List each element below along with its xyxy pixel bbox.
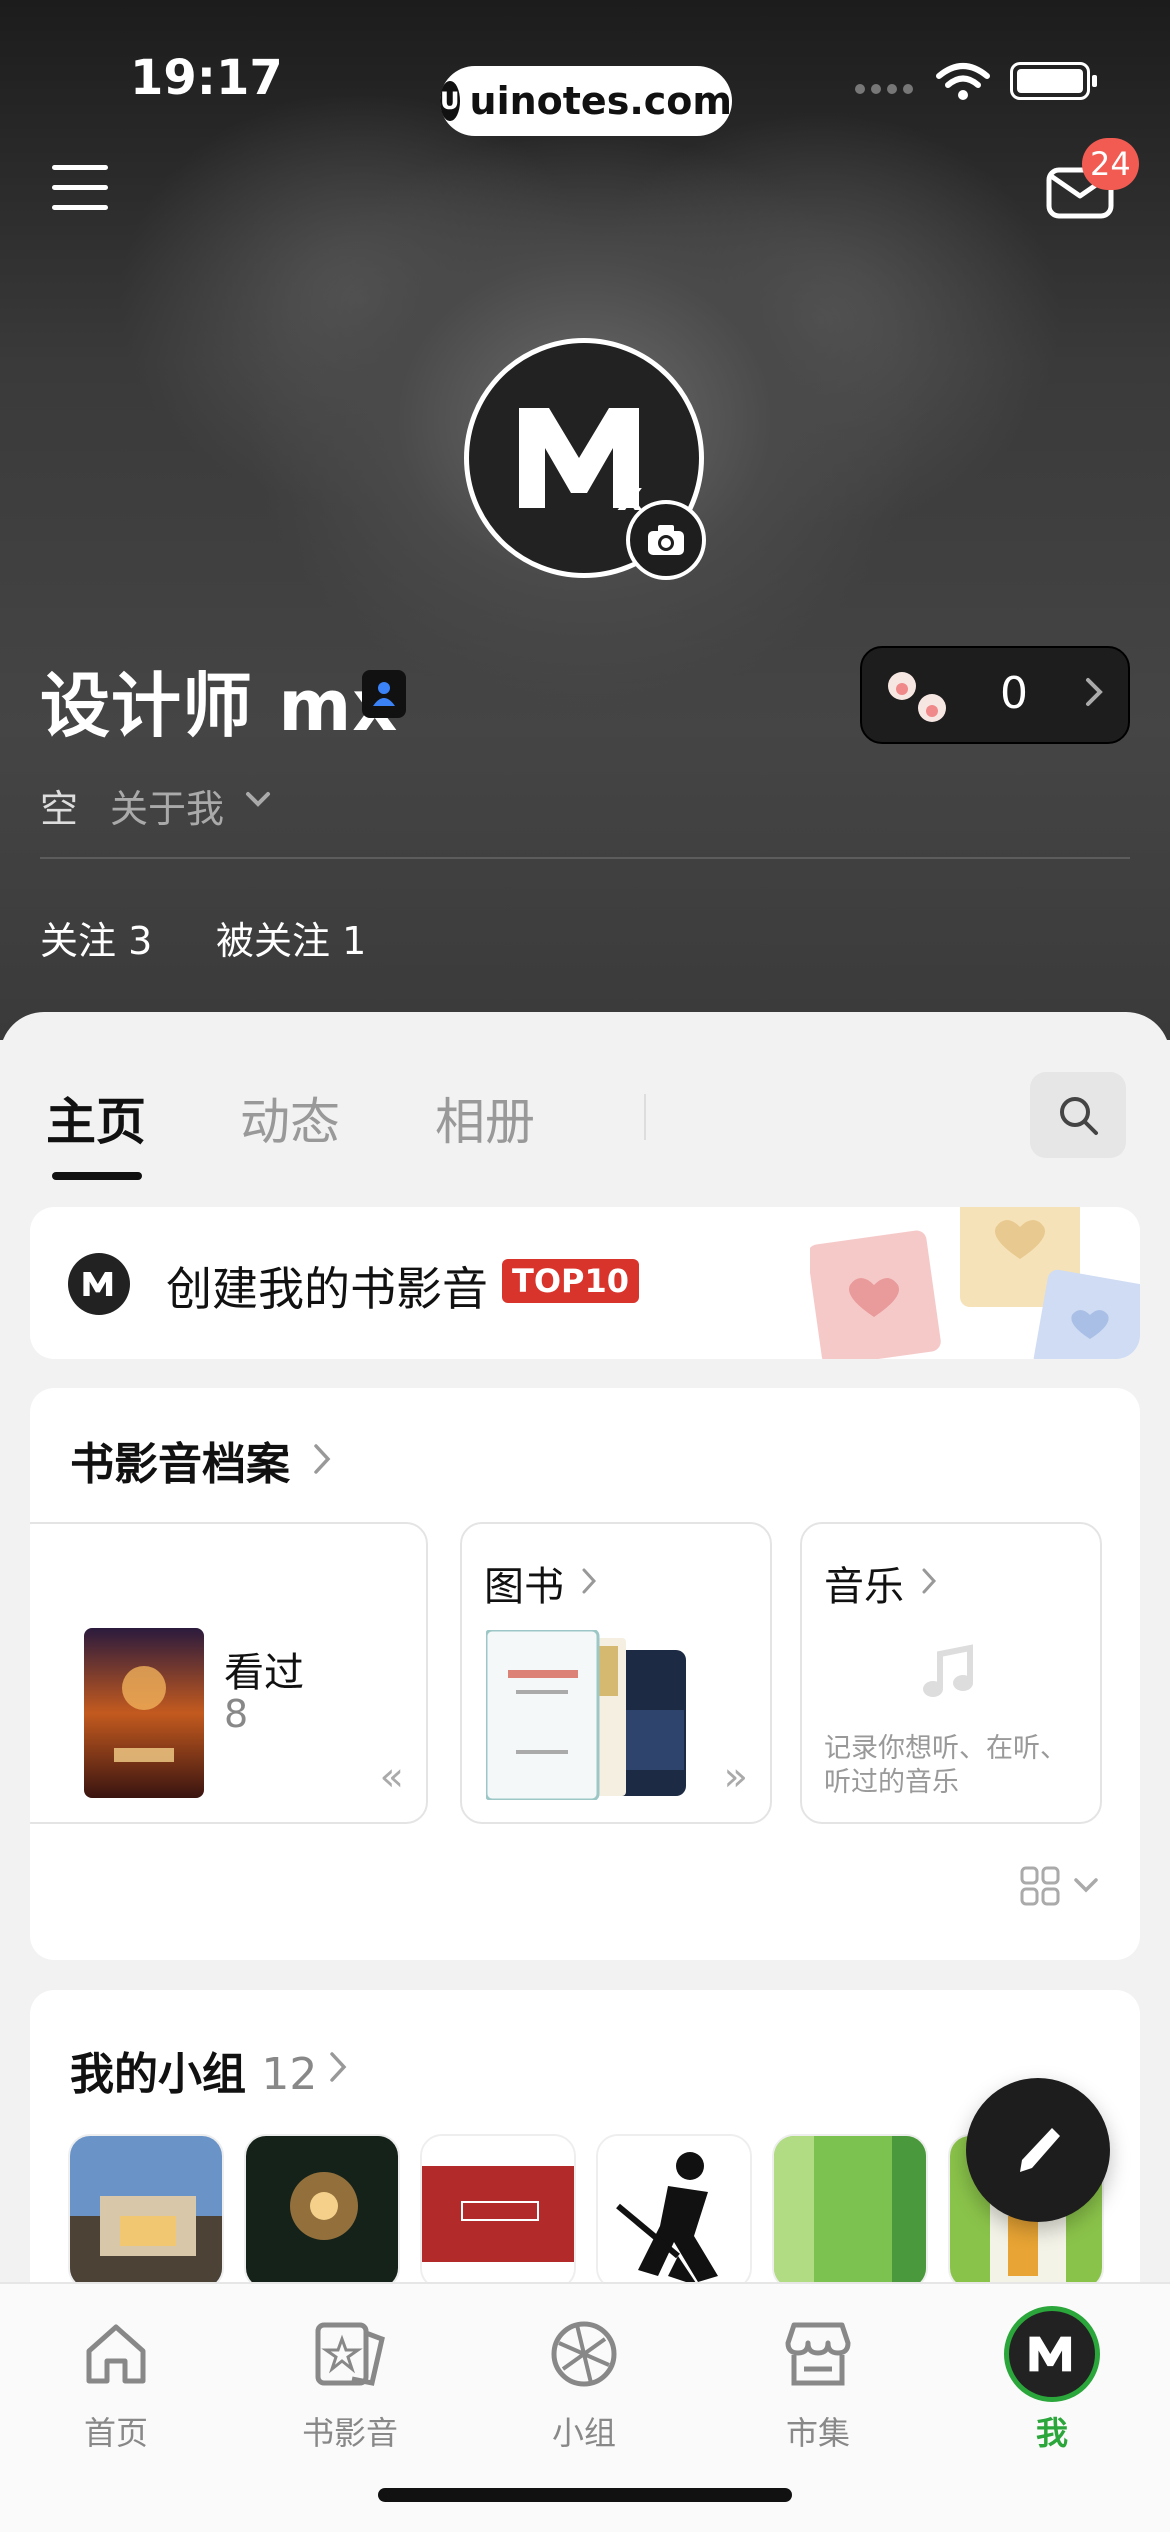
book-movie-music-icon xyxy=(315,2322,385,2386)
nav-market-label: 市集 xyxy=(785,2414,850,2452)
nav-media[interactable]: 书影音 xyxy=(260,2304,440,2454)
nav-media-label: 书影音 xyxy=(301,2414,398,2452)
movie-archive-label: 看过 xyxy=(224,1650,304,1696)
media-archive-card: 书影音档案 看过 8 « 图书 » 音乐 记录你想听、在听、听过的音乐 xyxy=(30,1388,1140,1960)
create-top10-card[interactable]: 创建我的书影音 TOP10 xyxy=(30,1207,1140,1359)
divider xyxy=(40,857,1130,859)
nav-groups-label: 小组 xyxy=(551,2414,616,2452)
pen-icon xyxy=(1020,2128,1060,2172)
mx-logo-icon xyxy=(68,1253,130,1315)
movie-archive-count: 8 xyxy=(224,1692,249,1736)
top10-badge: TOP10 xyxy=(502,1259,640,1303)
verified-user-icon xyxy=(362,670,406,718)
search-button[interactable] xyxy=(1030,1072,1126,1158)
group-thumbnail[interactable] xyxy=(244,2134,400,2290)
compose-button[interactable] xyxy=(966,2078,1110,2222)
bio-text: 空 xyxy=(40,787,79,831)
search-icon xyxy=(1060,1097,1098,1135)
archive-title[interactable]: 书影音档案 xyxy=(70,1428,290,1492)
coin-count: 0 xyxy=(1000,668,1028,719)
signal-icon xyxy=(855,84,913,94)
nav-home[interactable]: 首页 xyxy=(26,2304,206,2454)
coin-button[interactable]: 0 xyxy=(860,646,1130,744)
group-thumbnail[interactable] xyxy=(420,2134,576,2290)
paw-icon xyxy=(888,672,946,722)
tab-home[interactable]: 主页 xyxy=(46,1082,146,1154)
group-thumbnail[interactable] xyxy=(68,2134,224,2290)
chevron-right-icon xyxy=(1086,678,1103,706)
about-me-link[interactable]: 关于我 xyxy=(110,778,224,833)
username: 设计师 mx xyxy=(40,665,399,747)
music-archive-label: 音乐 xyxy=(824,1564,904,1610)
group-thumbnail[interactable] xyxy=(772,2134,928,2290)
groups-title[interactable]: 我的小组 12 xyxy=(70,2038,317,2102)
nav-home-label: 首页 xyxy=(83,2414,148,2452)
create-top10-text: 创建我的书影音 xyxy=(166,1262,488,1316)
heart-cards-icon xyxy=(810,1207,1140,1359)
wifi-icon xyxy=(936,63,990,100)
book-archive-card[interactable]: 图书 » xyxy=(460,1522,772,1824)
movie-poster xyxy=(84,1628,204,1798)
mx-logo-icon: x xyxy=(519,408,643,518)
nav-market[interactable]: 市集 xyxy=(728,2304,908,2454)
movie-archive-card[interactable]: 看过 8 « xyxy=(30,1522,428,1824)
me-avatar-icon xyxy=(1004,2306,1100,2402)
book-archive-label: 图书 xyxy=(484,1564,564,1610)
home-indicator xyxy=(378,2488,792,2502)
music-archive-card[interactable]: 音乐 记录你想听、在听、听过的音乐 xyxy=(800,1522,1102,1824)
tab-feed[interactable]: 动态 xyxy=(240,1082,340,1154)
music-note-icon xyxy=(923,1644,973,1697)
nav-groups[interactable]: 小组 xyxy=(494,2304,674,2454)
chevron-right-icon xyxy=(582,1568,597,1594)
chevron-right-icon xyxy=(314,1444,331,1474)
nav-me[interactable]: 我 xyxy=(962,2304,1142,2454)
menu-icon[interactable] xyxy=(52,165,108,215)
tab-indicator xyxy=(52,1172,142,1180)
groups-title-label: 我的小组 xyxy=(70,2049,246,2100)
site-logo-icon: U xyxy=(440,81,460,121)
nav-me-label: 我 xyxy=(1035,2414,1068,2452)
group-icon xyxy=(551,2321,617,2387)
group-thumbnail[interactable] xyxy=(596,2134,752,2290)
layout-toggle-button[interactable] xyxy=(1020,1866,1100,1906)
url-text: uinotes.com xyxy=(469,79,732,123)
followers-link[interactable]: 被关注 1 xyxy=(216,910,366,965)
double-chevron-right-icon: » xyxy=(723,1754,748,1800)
market-icon xyxy=(785,2322,851,2386)
groups-count: 12 xyxy=(261,2049,318,2100)
chevron-right-icon xyxy=(330,2052,347,2082)
tab-album[interactable]: 相册 xyxy=(435,1082,535,1154)
url-pill: U uinotes.com xyxy=(440,66,732,136)
chevron-down-icon xyxy=(246,792,270,807)
double-chevron-left-icon: « xyxy=(379,1754,404,1800)
mail-badge: 24 xyxy=(1082,138,1139,190)
camera-icon[interactable] xyxy=(626,500,706,580)
divider xyxy=(644,1094,646,1140)
grid-view-icon xyxy=(1020,1866,1060,1906)
chevron-down-icon xyxy=(1074,1878,1098,1893)
book-covers xyxy=(486,1630,686,1800)
music-archive-hint: 记录你想听、在听、听过的音乐 xyxy=(824,1733,1067,1798)
chevron-right-icon xyxy=(922,1568,937,1594)
status-bar: 19:17 U uinotes.com xyxy=(0,40,1170,136)
status-time: 19:17 xyxy=(130,50,283,106)
battery-icon xyxy=(1010,62,1097,100)
home-icon xyxy=(86,2324,146,2384)
following-link[interactable]: 关注 3 xyxy=(40,910,152,965)
